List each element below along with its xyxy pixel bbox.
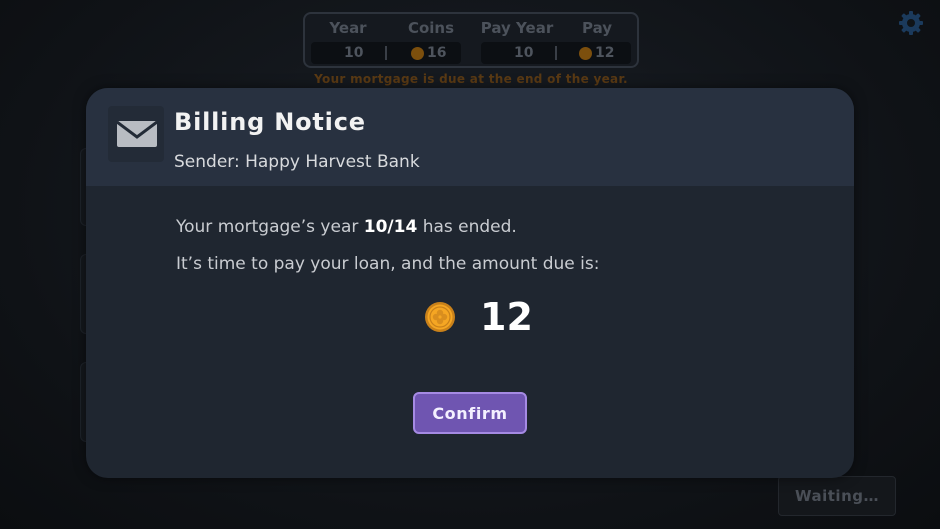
pay-value-box: 10 12 xyxy=(481,42,631,64)
message-line-2: It’s time to pay your loan, and the amou… xyxy=(176,254,600,274)
dialog-title: Billing Notice xyxy=(174,108,366,136)
year-label: Year xyxy=(329,19,367,37)
status-hud: Year Coins Pay Year Pay 10 16 10 12 xyxy=(303,12,639,68)
sender-text: Sender: Happy Harvest Bank xyxy=(174,152,420,172)
coins-label: Coins xyxy=(407,19,455,37)
hud-separator xyxy=(555,46,557,60)
pay-value-wrap: 12 xyxy=(579,45,614,61)
hud-separator xyxy=(385,46,387,60)
pay-label: Pay xyxy=(581,19,613,37)
coins-value-wrap: 16 xyxy=(411,45,446,61)
message-line-1: Your mortgage’s year 10/14 has ended. xyxy=(176,217,517,237)
message-line-1-prefix: Your mortgage’s year xyxy=(176,217,364,237)
year-header: Year xyxy=(323,18,373,38)
coins-header: Coins xyxy=(401,18,461,38)
pay-year-label: Pay Year xyxy=(480,19,554,37)
year-value: 10 xyxy=(344,45,364,61)
billing-notice-dialog: Billing Notice Sender: Happy Harvest Ban… xyxy=(86,88,854,478)
mail-icon xyxy=(108,106,164,162)
dialog-header: Billing Notice Sender: Happy Harvest Ban… xyxy=(86,88,854,186)
pay-header: Pay xyxy=(577,18,617,38)
coin-icon xyxy=(579,46,592,60)
mortgage-year-value: 10/14 xyxy=(363,217,418,237)
mortgage-notice: Your mortgage is due at the end of the y… xyxy=(314,72,628,86)
message-line-1-suffix: has ended. xyxy=(417,217,517,237)
amount-value: 12 xyxy=(480,295,533,339)
waiting-button[interactable]: Waiting… xyxy=(778,476,896,516)
pay-year-header: Pay Year xyxy=(477,18,557,38)
coins-value: 16 xyxy=(427,45,447,61)
confirm-button[interactable]: Confirm xyxy=(413,392,527,434)
amount-due: 12 xyxy=(424,292,533,342)
game-screen: Year Coins Pay Year Pay 10 16 10 12 Your… xyxy=(0,0,940,529)
gear-icon[interactable] xyxy=(898,10,924,36)
coin-icon xyxy=(411,46,424,60)
pay-value: 12 xyxy=(595,45,615,61)
year-value-box: 10 16 xyxy=(311,42,461,64)
pay-year-value: 10 xyxy=(514,45,534,61)
coin-icon xyxy=(425,302,455,332)
